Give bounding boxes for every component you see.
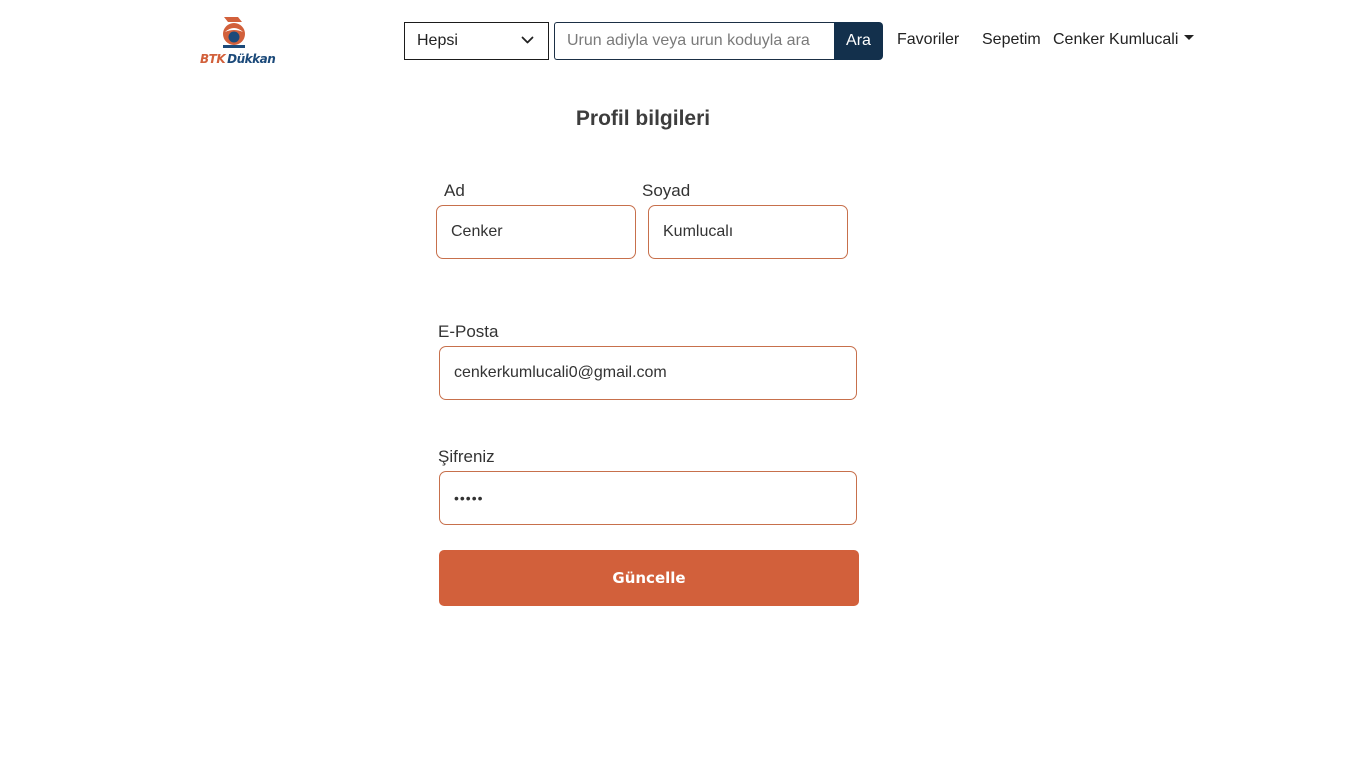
first-name-field[interactable]	[436, 205, 636, 259]
category-select-value: Hepsi	[417, 32, 458, 49]
password-field[interactable]	[439, 471, 857, 525]
search-button[interactable]: Ara	[834, 22, 883, 60]
email-label: E-Posta	[438, 322, 499, 341]
caret-down-icon	[1184, 35, 1195, 41]
logo-text: BTK Dükkan	[200, 52, 276, 66]
update-button[interactable]: Güncelle	[439, 550, 859, 606]
last-name-field[interactable]	[648, 205, 848, 259]
logo-text-primary: BTK	[200, 52, 226, 66]
logo-text-secondary: Dükkan	[227, 52, 276, 66]
category-select[interactable]: Hepsi	[404, 22, 549, 60]
nav-favorites-link[interactable]: Favoriler	[897, 31, 959, 49]
first-name-label: Ad	[444, 181, 465, 200]
search-input[interactable]	[554, 22, 835, 60]
nav-cart-link[interactable]: Sepetim	[982, 31, 1041, 49]
page-title: Profil bilgileri	[575, 107, 711, 130]
chevron-down-icon	[521, 36, 534, 44]
last-name-label: Soyad	[642, 181, 691, 200]
logo-mark-icon	[223, 17, 245, 48]
email-field[interactable]	[439, 346, 857, 400]
brand-logo[interactable]: BTK Dükkan	[200, 15, 276, 69]
user-name: Cenker Kumlucali	[1053, 31, 1179, 48]
password-label: Şifreniz	[438, 447, 495, 466]
user-menu-toggle[interactable]: Cenker Kumlucali	[1053, 31, 1195, 49]
